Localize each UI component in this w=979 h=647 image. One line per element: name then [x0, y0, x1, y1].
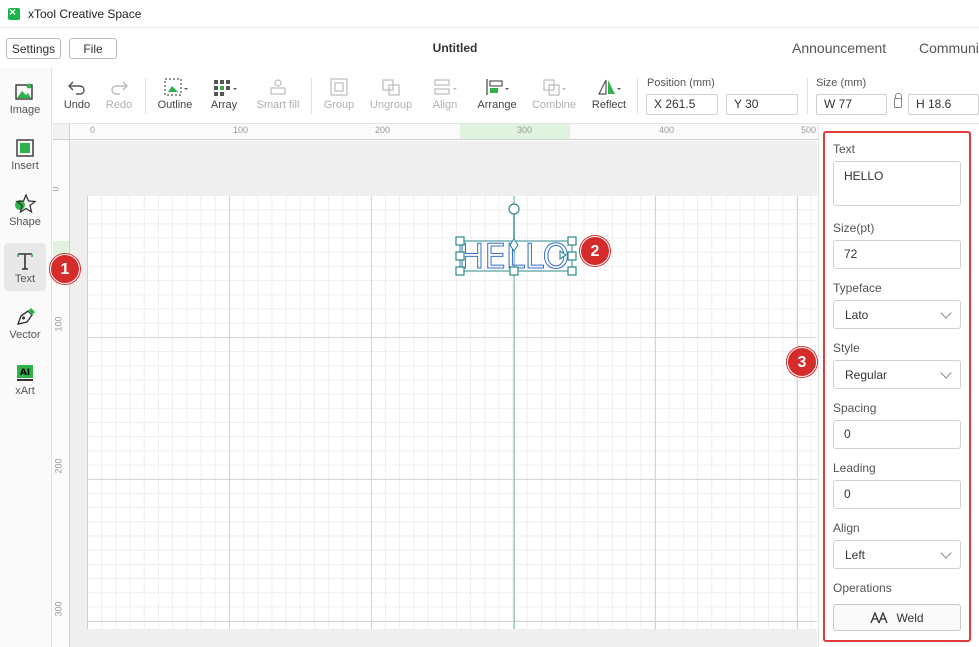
ruler-tick-label: 0	[53, 186, 61, 191]
sidebar-item-insert[interactable]: Insert	[4, 130, 46, 178]
array-button[interactable]: Array	[203, 72, 245, 120]
group-button[interactable]: Group	[319, 72, 359, 120]
arrange-icon	[486, 79, 509, 95]
ruler-corner	[53, 124, 70, 140]
ruler-tick-label: 400	[659, 125, 675, 135]
ruler-tick-label: 200	[53, 458, 64, 474]
arrange-button[interactable]: Arrange	[473, 72, 521, 120]
sidebar-item-label: Insert	[11, 160, 39, 172]
sidebar-item-vector[interactable]: Vector	[4, 299, 46, 347]
ruler-tick-label: 100	[233, 125, 249, 135]
smart-fill-label: Smart fill	[256, 99, 300, 111]
ruler-tick-label: 300	[517, 125, 533, 135]
align-icon	[434, 79, 457, 95]
position-y-input[interactable]: Y 30	[726, 94, 798, 115]
callout-badge: 3	[787, 347, 817, 377]
panel-highlight-frame	[823, 131, 971, 642]
lock-icon[interactable]	[894, 93, 902, 108]
sidebar-item-shape[interactable]: Shape	[4, 186, 46, 234]
group-label: Group	[323, 99, 355, 111]
position-x-input[interactable]: X 261.5	[646, 94, 718, 115]
text-object[interactable]: HELLO	[450, 199, 580, 279]
redo-label: Redo	[105, 99, 133, 111]
pen-icon	[16, 308, 35, 325]
combine-button[interactable]: Combine	[529, 72, 579, 120]
reflect-icon	[598, 79, 621, 95]
arrange-label: Arrange	[477, 99, 517, 111]
outline-button[interactable]: Outline	[153, 72, 197, 120]
toolbar-divider	[145, 78, 146, 114]
toolbar-divider	[807, 78, 808, 114]
sidebar-item-label: xArt	[15, 385, 35, 397]
redo-icon	[111, 81, 128, 95]
sidebar-item-label: Shape	[9, 216, 41, 228]
ruler-tick-label: 500	[801, 125, 817, 135]
ruler-tick-label: 200	[375, 125, 391, 135]
file-button[interactable]: File	[69, 38, 117, 59]
sidebar-item-image[interactable]: Image	[4, 74, 46, 122]
undo-button[interactable]: Undo	[59, 72, 95, 120]
smart-fill-button[interactable]: Smart fill	[253, 72, 303, 120]
sidebar-item-text[interactable]: Text	[4, 243, 46, 291]
combine-label: Combine	[531, 99, 577, 111]
ruler-tick-label: 0	[90, 125, 96, 135]
undo-icon	[68, 81, 85, 95]
size-h-input[interactable]: H 18.6	[908, 94, 979, 115]
ruler-top: 0 100 200 300 400 500	[70, 124, 820, 140]
ungroup-label: Ungroup	[369, 99, 413, 111]
size-label: Size (mm)	[816, 77, 867, 89]
canvas-area[interactable]: HELLO	[70, 141, 817, 647]
outline-icon	[164, 78, 188, 96]
toolbar: Undo Redo Outline Array Smart fill Group…	[53, 68, 979, 124]
shape-icon	[15, 194, 36, 214]
ai-icon: AI	[17, 365, 33, 381]
app-logo-icon	[8, 5, 20, 20]
smart-fill-icon	[270, 79, 286, 95]
left-sidebar: Image Insert Shape Text Vector AI xArt	[0, 68, 52, 647]
sidebar-item-label: Image	[9, 104, 41, 116]
size-w-input[interactable]: W 77	[816, 94, 887, 115]
ruler-left: 0 100 200 300	[53, 124, 70, 647]
svg-text:AI: AI	[20, 368, 30, 378]
sidebar-item-label: Vector	[9, 329, 41, 341]
ruler-tick-label: 300	[53, 601, 64, 617]
outline-label: Outline	[157, 99, 193, 111]
reflect-button[interactable]: Reflect	[587, 72, 631, 120]
array-icon	[214, 80, 237, 96]
toolbar-divider	[311, 78, 312, 114]
ruler-selection-highlight	[460, 124, 570, 139]
sidebar-item-label: Text	[14, 273, 36, 285]
app-title: xTool Creative Space	[28, 6, 142, 21]
settings-button[interactable]: Settings	[6, 38, 61, 59]
reflect-label: Reflect	[591, 99, 627, 111]
array-label: Array	[210, 99, 238, 111]
ungroup-icon	[382, 79, 400, 96]
callout-badge: 2	[580, 236, 610, 266]
rotate-handle[interactable]	[508, 203, 520, 215]
announcement-link[interactable]: Announcement	[792, 40, 886, 56]
text-icon	[17, 253, 33, 270]
ungroup-button[interactable]: Ungroup	[367, 72, 415, 120]
image-icon	[15, 83, 33, 100]
position-label: Position (mm)	[647, 77, 715, 89]
callout-badge: 1	[50, 254, 80, 284]
undo-label: Undo	[63, 99, 91, 111]
align-button[interactable]: Align	[425, 72, 465, 120]
menu-row: Settings File Untitled Announcement Comm…	[0, 30, 979, 66]
title-bar: xTool Creative Space	[0, 0, 979, 28]
community-link[interactable]: Communi	[919, 40, 979, 56]
align-label: Align	[432, 99, 458, 111]
sidebar-item-xart[interactable]: AI xArt	[4, 355, 46, 403]
ruler-tick-label: 100	[53, 316, 64, 332]
insert-icon	[16, 139, 34, 157]
group-icon	[330, 78, 348, 96]
redo-button[interactable]: Redo	[101, 72, 137, 120]
document-title: Untitled	[432, 41, 478, 55]
toolbar-divider	[637, 78, 638, 114]
combine-icon	[543, 79, 566, 96]
